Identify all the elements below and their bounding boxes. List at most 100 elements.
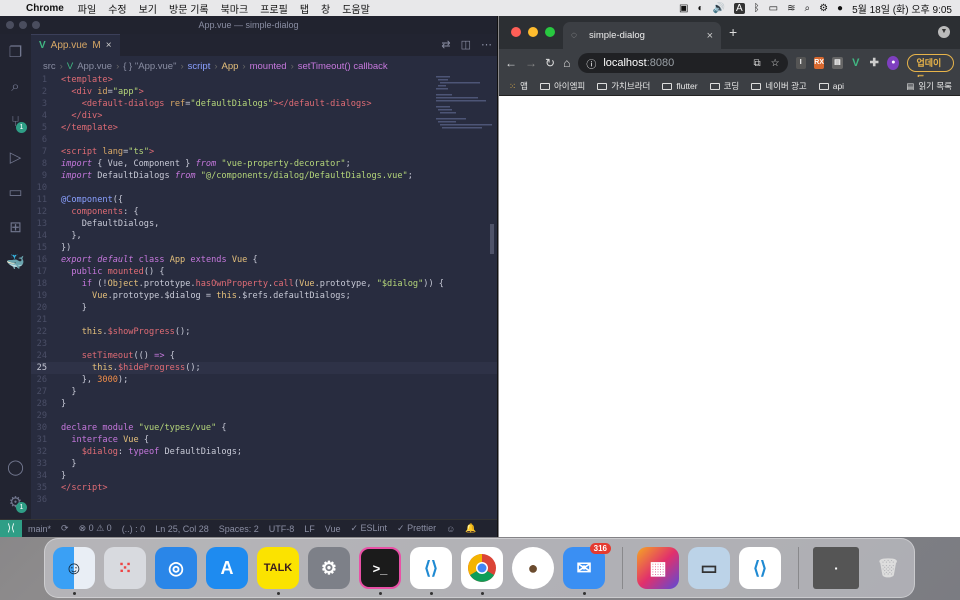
code-lines[interactable]: 1 <template> 2 <div id="app"> 3 <default-di…	[31, 74, 497, 506]
explorer-icon[interactable]: ❐	[0, 34, 31, 69]
update-button[interactable]: 업데이트	[907, 54, 955, 84]
mail-icon[interactable]: ✉ 316	[563, 543, 611, 589]
problems-indicator[interactable]: ⊗ 0 ⚠ 0	[79, 523, 112, 534]
extension-rx-icon[interactable]: RX	[813, 57, 825, 69]
bookmark-apps[interactable]: ⁙ 앱	[509, 80, 528, 92]
menu-tab[interactable]: 탭	[300, 1, 309, 16]
code-line[interactable]: 33 }	[31, 458, 497, 470]
remote-explorer-icon[interactable]: ▭	[0, 174, 31, 209]
breadcrumb-callback[interactable]: setTimeout() callback	[298, 61, 388, 72]
close-window-button[interactable]	[6, 21, 14, 29]
terminal-icon[interactable]: >_	[359, 547, 401, 589]
preview-icon[interactable]: ▭	[688, 547, 730, 589]
more-actions-icon[interactable]: ⋯	[481, 38, 492, 51]
launchpad-icon[interactable]: ⁙	[104, 547, 146, 589]
vscode-icon[interactable]: ⟨⟩	[410, 547, 452, 589]
app-store-icon[interactable]: A	[206, 547, 248, 589]
eslint-status[interactable]: ✓ ESLint	[350, 523, 387, 534]
chrome-icon[interactable]	[461, 547, 503, 589]
bookmark-folder[interactable]: api	[818, 81, 844, 91]
menu-file[interactable]: 파일	[78, 1, 96, 16]
translate-icon[interactable]: ⧉	[753, 58, 760, 69]
code-line[interactable]: 20 }	[31, 302, 497, 314]
code-line[interactable]: 24 setTimeout(() => {	[31, 350, 497, 362]
notifications-bell-icon[interactable]: 🔔	[465, 523, 476, 534]
code-line[interactable]: 14 },	[31, 230, 497, 242]
clock[interactable]: 5월 18일 (화) 오후 9:05	[852, 1, 952, 16]
app-menu[interactable]: Chrome	[26, 3, 64, 14]
control-center-icon[interactable]: ⚙	[819, 3, 828, 14]
source-control-icon[interactable]: ⑂ 1	[0, 104, 31, 139]
instastats-icon[interactable]: ▦	[637, 547, 679, 589]
git-branch[interactable]: main*	[28, 524, 51, 534]
zoom-window-button[interactable]	[545, 27, 555, 37]
address-bar[interactable]: ⓘ localhost:8080 ⧉ ☆	[578, 53, 788, 73]
close-window-button[interactable]	[511, 27, 521, 37]
bookmark-folder[interactable]: flutter	[662, 81, 698, 91]
code-line[interactable]: 31 interface Vue {	[31, 434, 497, 446]
manage-gear-icon[interactable]: ⚙ 1	[0, 484, 31, 519]
tab-app-vue[interactable]: V App.vue M ×	[31, 34, 120, 56]
code-line[interactable]: 4 </div>	[31, 110, 497, 122]
focus-status-icon[interactable]: ◐	[697, 3, 703, 14]
forward-icon[interactable]: →	[525, 56, 537, 70]
breadcrumb-src[interactable]: src	[43, 61, 56, 72]
siri-icon[interactable]: ●	[837, 3, 843, 14]
kakaotalk-icon[interactable]: TALK	[257, 547, 299, 589]
breadcrumb-method[interactable]: mounted	[250, 61, 287, 72]
code-line[interactable]: 1 <template>	[31, 74, 497, 86]
system-preferences-icon[interactable]: ⚙	[308, 547, 350, 589]
new-tab-button[interactable]: +	[729, 24, 737, 40]
bookmark-folder[interactable]: 네이버 광고	[751, 80, 807, 92]
run-debug-icon[interactable]: ▷	[0, 139, 31, 174]
code-line[interactable]: 28}	[31, 398, 497, 410]
prettier-status[interactable]: ✓ Prettier	[397, 523, 436, 534]
selection-indicator[interactable]: (..) : 0	[122, 524, 146, 534]
breadcrumb-script[interactable]: script	[188, 61, 211, 72]
bookmark-star-icon[interactable]: ☆	[771, 58, 780, 69]
close-tab-icon[interactable]: ×	[106, 40, 112, 51]
minimap[interactable]	[436, 76, 492, 136]
reload-icon[interactable]: ↻	[545, 56, 555, 70]
minimize-window-button[interactable]	[528, 27, 538, 37]
code-line[interactable]: 15})	[31, 242, 497, 254]
menu-window[interactable]: 창	[321, 1, 330, 16]
input-source-icon[interactable]: A	[733, 2, 745, 14]
code-line[interactable]: 29	[31, 410, 497, 422]
code-line[interactable]: 21	[31, 314, 497, 326]
split-editor-icon[interactable]: ◫	[461, 38, 471, 51]
browser-tab[interactable]: ◌ simple-dialog ×	[563, 22, 721, 49]
spotlight-search-icon[interactable]: ⌕	[804, 3, 810, 14]
cursor-position[interactable]: Ln 25, Col 28	[155, 524, 209, 534]
menu-edit[interactable]: 수정	[108, 1, 126, 16]
page-content[interactable]	[499, 96, 960, 537]
open-changes-icon[interactable]: ⇄	[441, 38, 450, 51]
finder-icon[interactable]: ☺	[53, 547, 95, 589]
end-of-line[interactable]: LF	[304, 524, 315, 534]
language-mode[interactable]: Vue	[325, 524, 341, 534]
dropbox-status-icon[interactable]: ▣	[679, 3, 688, 14]
reading-list-button[interactable]: ▤ 읽기 목록	[906, 80, 952, 92]
vscode-recent-icon[interactable]: ⟨⟩	[739, 547, 781, 589]
code-line[interactable]: 35 </script>	[31, 482, 497, 494]
menu-history[interactable]: 방문 기록	[169, 1, 209, 16]
code-line[interactable]: 13 DefaultDialogs,	[31, 218, 497, 230]
menu-bookmarks[interactable]: 북마크	[221, 1, 249, 16]
code-line[interactable]: 26 }, 3000);	[31, 374, 497, 386]
tab-search-icon[interactable]: ▼	[938, 26, 950, 38]
code-line[interactable]: 6	[31, 134, 497, 146]
code-line[interactable]: 19 Vue.prototype.$dialog = this.$refs.de…	[31, 290, 497, 302]
extension-window-icon[interactable]: ▤	[832, 57, 843, 69]
code-line[interactable]: 11 @Component({	[31, 194, 497, 206]
feedback-icon[interactable]: ☺	[446, 524, 455, 534]
code-line[interactable]: 2 <div id="app">	[31, 86, 497, 98]
safari-icon[interactable]: ◎	[155, 547, 197, 589]
home-icon[interactable]: ⌂	[563, 56, 570, 70]
accounts-icon[interactable]: ◯	[0, 449, 31, 484]
editor-scrollbar[interactable]	[490, 224, 494, 254]
code-line[interactable]: 16 export default class App extends Vue {	[31, 254, 497, 266]
breadcrumb-file[interactable]: App.vue	[77, 61, 112, 72]
encoding[interactable]: UTF-8	[269, 524, 295, 534]
code-line[interactable]: 36	[31, 494, 497, 506]
back-icon[interactable]: ←	[505, 56, 517, 70]
